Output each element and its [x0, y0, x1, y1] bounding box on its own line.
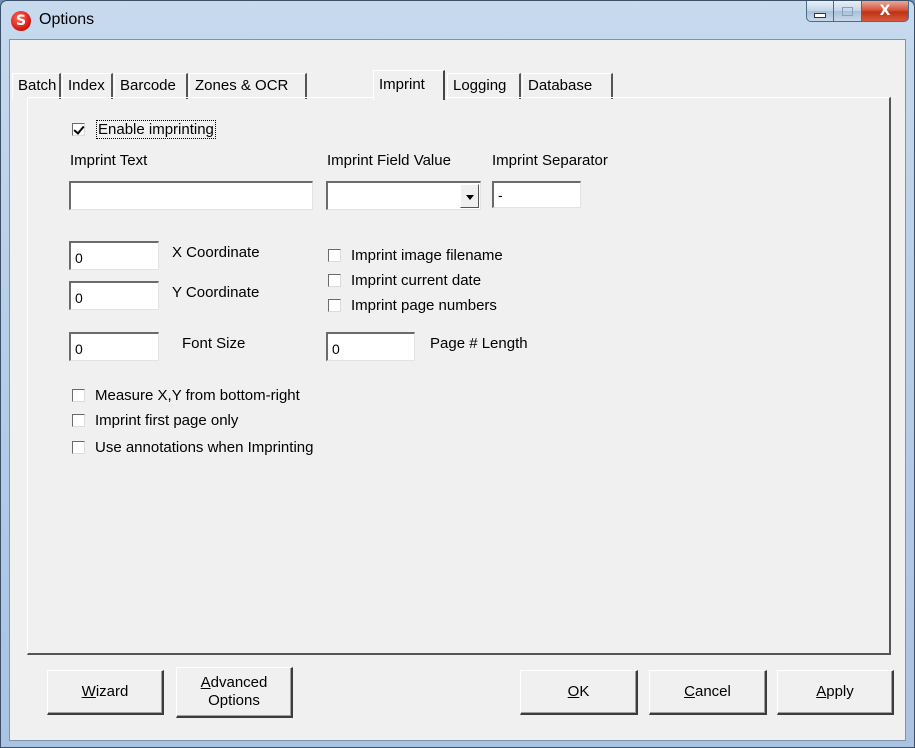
advanced-options-label-line2: Options: [208, 692, 260, 709]
imprint-first-page-only-box[interactable]: [72, 413, 85, 427]
font-size-input[interactable]: 0: [69, 332, 159, 361]
tab-logging[interactable]: Logging: [447, 73, 521, 99]
imprint-page-numbers-box[interactable]: [328, 298, 341, 312]
y-coordinate-input[interactable]: 0: [69, 281, 159, 310]
app-icon[interactable]: S: [11, 11, 31, 31]
wizard-button-label: Wizard: [81, 683, 129, 700]
imprint-separator-label: Imprint Separator: [492, 152, 608, 169]
imprint-text-label: Imprint Text: [70, 152, 148, 169]
imprint-current-date-checkbox[interactable]: Imprint current date: [328, 271, 481, 289]
imprint-page-numbers-checkbox[interactable]: Imprint page numbers: [328, 296, 497, 314]
imprint-separator-input[interactable]: -: [492, 181, 581, 208]
advanced-options-label-line1: Advanced: [200, 674, 268, 691]
minimize-button[interactable]: [806, 1, 834, 22]
measure-from-bottom-right-box[interactable]: [72, 388, 85, 402]
enable-imprinting-checkbox[interactable]: Enable imprinting: [72, 119, 216, 139]
measure-from-bottom-right-label: Measure X,Y from bottom-right: [95, 386, 300, 404]
tab-index[interactable]: Index: [62, 73, 113, 99]
imprint-image-filename-checkbox[interactable]: Imprint image filename: [328, 246, 503, 264]
use-annotations-label: Use annotations when Imprinting: [95, 438, 314, 456]
tab-batch[interactable]: Batch: [12, 73, 61, 99]
cancel-button-label: Cancel: [684, 683, 731, 700]
ok-button-label: OK: [567, 683, 590, 700]
advanced-options-button[interactable]: Advanced Options: [176, 667, 293, 718]
imprint-page-numbers-label: Imprint page numbers: [351, 296, 497, 314]
ok-button[interactable]: OK: [520, 670, 638, 715]
close-icon: X: [879, 3, 891, 19]
wizard-button[interactable]: Wizard: [47, 670, 164, 715]
options-window: S Options X Batch Index Barcode Zones & …: [0, 0, 915, 748]
imprint-first-page-only-checkbox[interactable]: Imprint first page only: [72, 411, 238, 429]
x-coordinate-label: X Coordinate: [172, 244, 260, 261]
maximize-icon: [842, 6, 853, 16]
enable-imprinting-box[interactable]: [72, 122, 85, 136]
enable-imprinting-label: Enable imprinting: [96, 119, 216, 139]
y-coordinate-label: Y Coordinate: [172, 284, 260, 301]
cancel-button[interactable]: Cancel: [649, 670, 767, 715]
imprint-text-input[interactable]: [69, 181, 313, 210]
measure-from-bottom-right-checkbox[interactable]: Measure X,Y from bottom-right: [72, 386, 300, 404]
chevron-down-icon[interactable]: [460, 184, 479, 208]
window-title: Options: [39, 11, 95, 28]
imprint-first-page-only-label: Imprint first page only: [95, 411, 239, 429]
use-annotations-box[interactable]: [72, 440, 85, 454]
tab-zones-ocr[interactable]: Zones & OCR: [189, 73, 307, 99]
maximize-button[interactable]: [834, 1, 862, 22]
imprint-image-filename-box[interactable]: [328, 248, 341, 262]
page-number-length-input[interactable]: 0: [326, 332, 415, 361]
x-coordinate-input[interactable]: 0: [69, 241, 159, 270]
use-annotations-checkbox[interactable]: Use annotations when Imprinting: [72, 438, 313, 456]
minimize-icon: [814, 12, 826, 18]
imprint-image-filename-label: Imprint image filename: [351, 246, 503, 264]
page-number-length-label: Page # Length: [430, 335, 528, 352]
title-bar[interactable]: S Options X: [1, 1, 914, 39]
apply-button-label: Apply: [816, 683, 854, 700]
close-button[interactable]: X: [862, 1, 909, 22]
apply-button[interactable]: Apply: [777, 670, 894, 715]
imprint-field-value-combo[interactable]: [326, 181, 481, 210]
tab-barcode[interactable]: Barcode: [114, 73, 188, 99]
tab-imprint[interactable]: Imprint: [373, 70, 445, 100]
font-size-label: Font Size: [182, 335, 246, 352]
imprint-current-date-label: Imprint current date: [351, 271, 482, 289]
caption-buttons: X: [806, 1, 909, 23]
imprint-current-date-box[interactable]: [328, 273, 341, 287]
tab-database[interactable]: Database: [522, 73, 613, 99]
imprint-field-value-label: Imprint Field Value: [327, 152, 451, 169]
